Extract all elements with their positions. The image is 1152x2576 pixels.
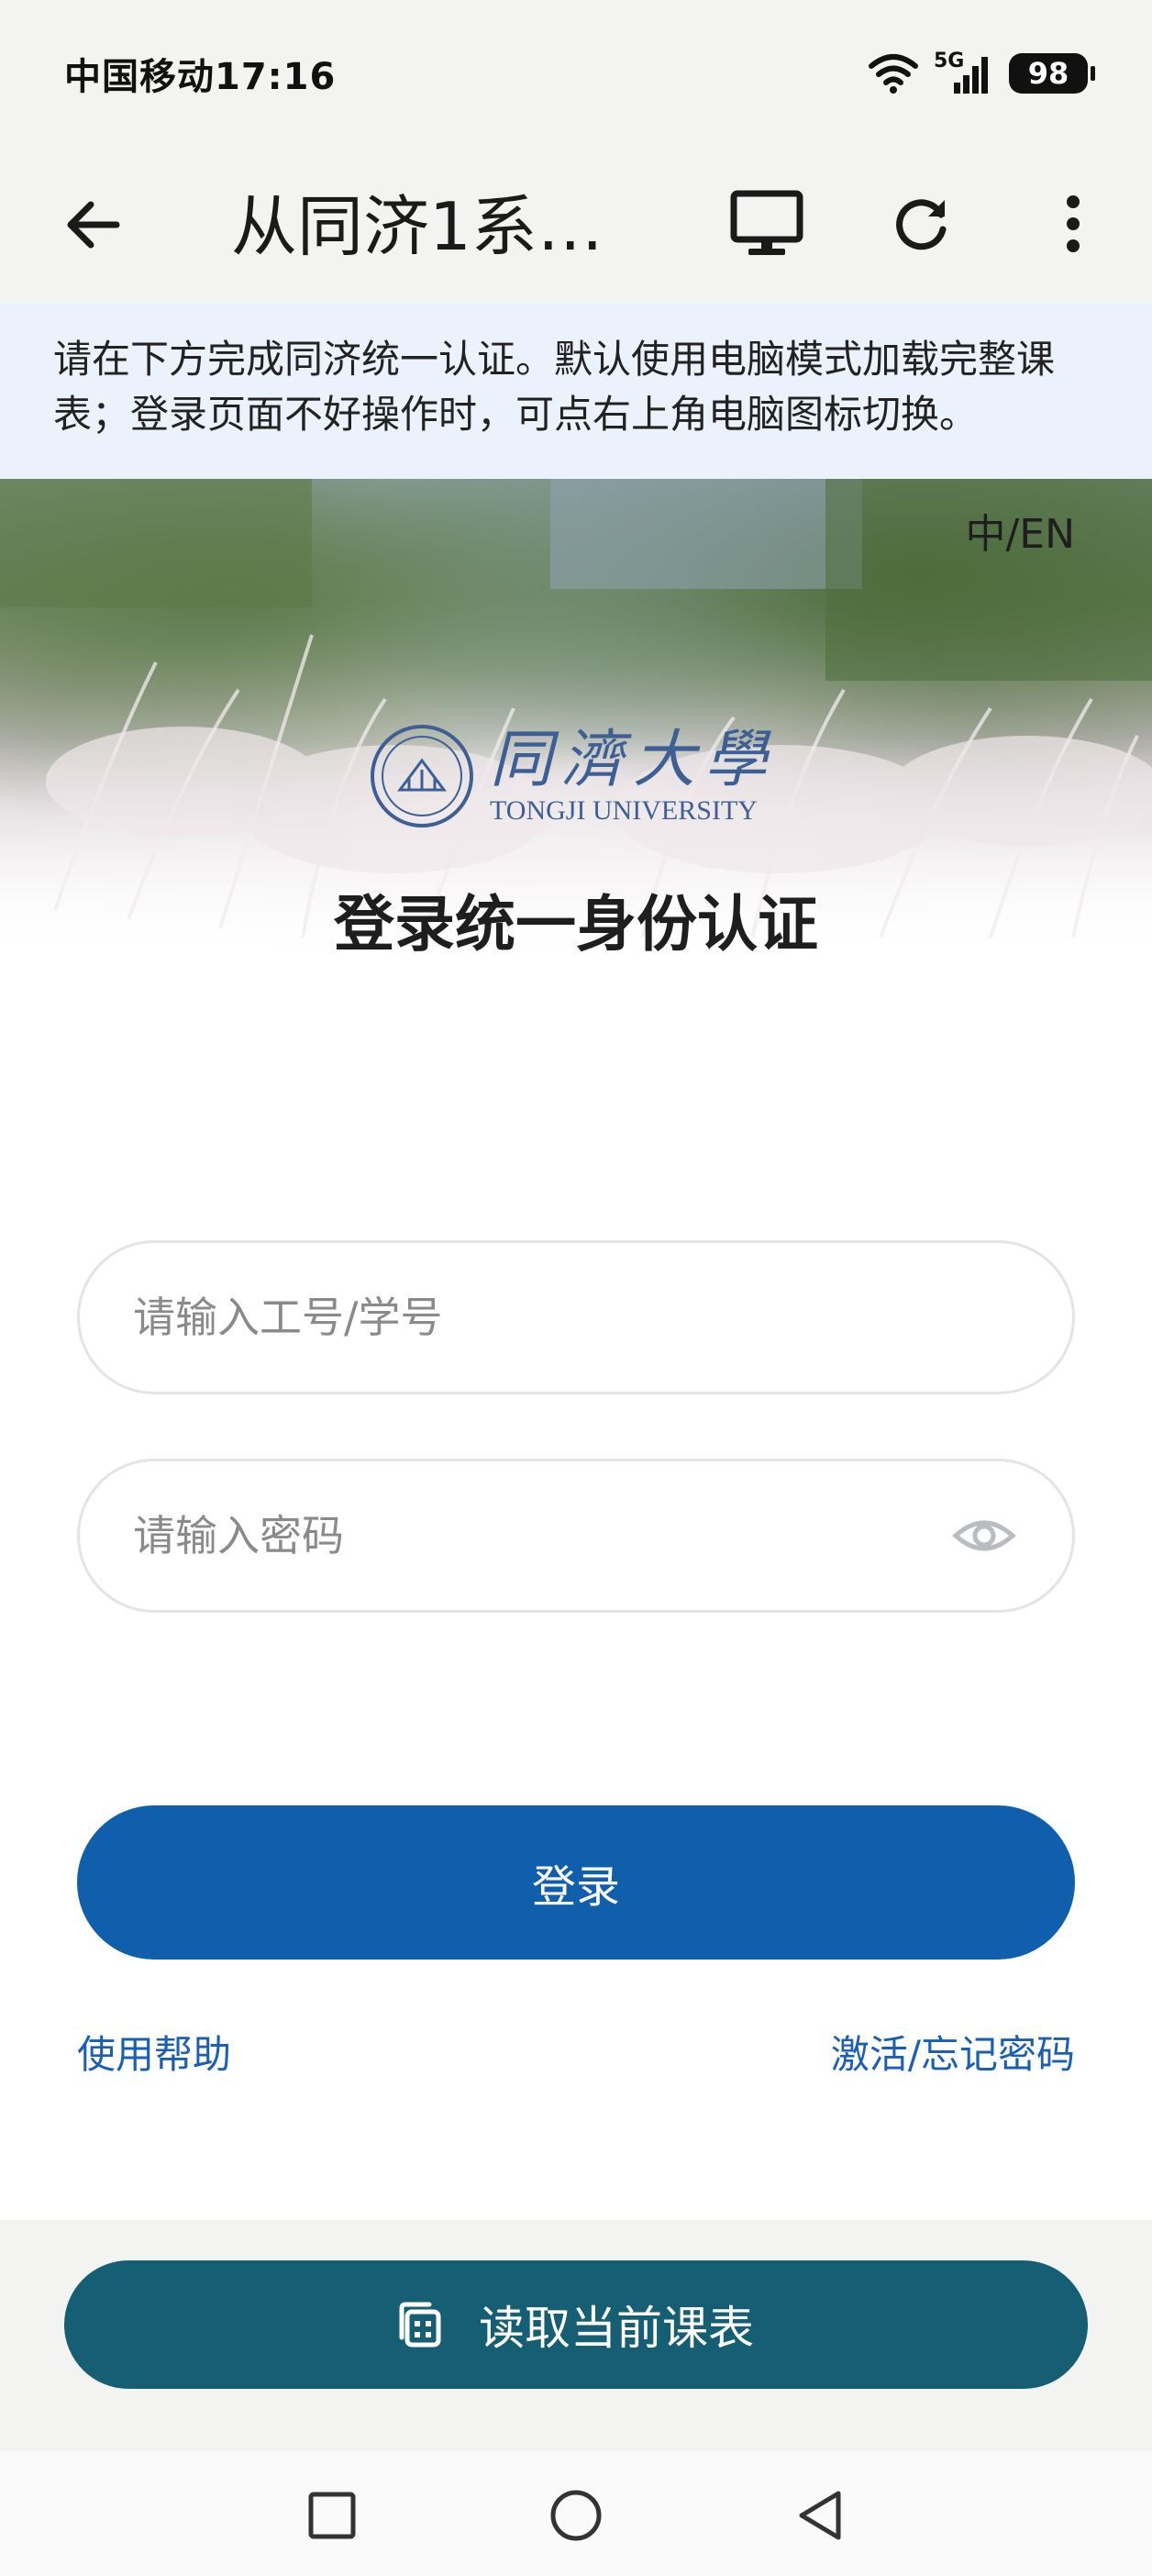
hero-banner: 中/EN 同濟大學 TONGJI UNIVERSITY 登录统一身份认证 <box>0 479 1152 956</box>
toggle-password-visibility-button[interactable] <box>947 1508 1021 1563</box>
login-heading: 登录统一身份认证 <box>334 889 818 956</box>
recents-button[interactable] <box>295 2479 369 2552</box>
app-bar: 从同济1系… <box>0 147 1152 303</box>
refresh-button[interactable] <box>881 178 965 270</box>
password-field[interactable] <box>77 1459 1075 1613</box>
home-button[interactable] <box>539 2479 613 2552</box>
logo-text: 同濟大學 TONGJI UNIVERSITY <box>490 726 776 827</box>
help-link[interactable]: 使用帮助 <box>77 2024 231 2080</box>
status-icons: 5G 98 <box>868 50 1095 94</box>
triangle-back-icon <box>799 2491 841 2540</box>
university-seal-icon <box>371 725 473 827</box>
activate-forgot-password-link[interactable]: 激活/忘记密码 <box>831 2024 1075 2080</box>
back-nav-button[interactable] <box>783 2479 857 2552</box>
bottom-action-bar: 读取当前课表 <box>0 2220 1152 2451</box>
system-navigation-bar <box>0 2451 1152 2576</box>
network-type: 5G <box>934 50 965 72</box>
university-logo: 同濟大學 TONGJI UNIVERSITY <box>371 725 776 827</box>
wifi-icon <box>869 54 918 94</box>
more-vertical-icon <box>1067 195 1080 252</box>
notice-banner: 请在下方完成同济统一认证。默认使用电脑模式加载完整课表；登录页面不好操作时，可点… <box>0 303 1152 479</box>
square-icon <box>308 2492 356 2539</box>
back-arrow-icon <box>67 201 120 249</box>
username-field[interactable] <box>77 1240 1075 1394</box>
page-title: 从同济1系… <box>231 188 604 265</box>
back-button[interactable] <box>51 183 134 266</box>
desktop-icon <box>730 190 803 255</box>
timetable-icon <box>399 2302 441 2348</box>
eye-icon <box>952 1520 1016 1551</box>
logo-chinese-name: 同濟大學 <box>490 724 777 796</box>
status-bar: 中国移动17:16 5G 98 <box>0 0 1152 147</box>
read-timetable-button[interactable]: 读取当前课表 <box>64 2260 1088 2389</box>
signal-icon: 5G <box>934 50 994 94</box>
username-input[interactable] <box>131 1292 1021 1343</box>
battery-level: 98 <box>1027 56 1069 91</box>
password-input[interactable] <box>131 1510 947 1561</box>
read-timetable-label: 读取当前课表 <box>479 2302 754 2355</box>
battery-icon: 98 <box>1009 53 1095 94</box>
logo-english-name: TONGJI UNIVERSITY <box>490 795 758 826</box>
language-switch[interactable]: 中/EN <box>965 501 1075 560</box>
login-button[interactable]: 登录 <box>77 1805 1075 1960</box>
more-options-button[interactable] <box>1036 178 1110 270</box>
circle-icon <box>550 2490 602 2541</box>
refresh-icon <box>896 199 947 250</box>
desktop-mode-button[interactable] <box>725 178 809 270</box>
carrier-time: 中国移动17:16 <box>64 56 337 98</box>
